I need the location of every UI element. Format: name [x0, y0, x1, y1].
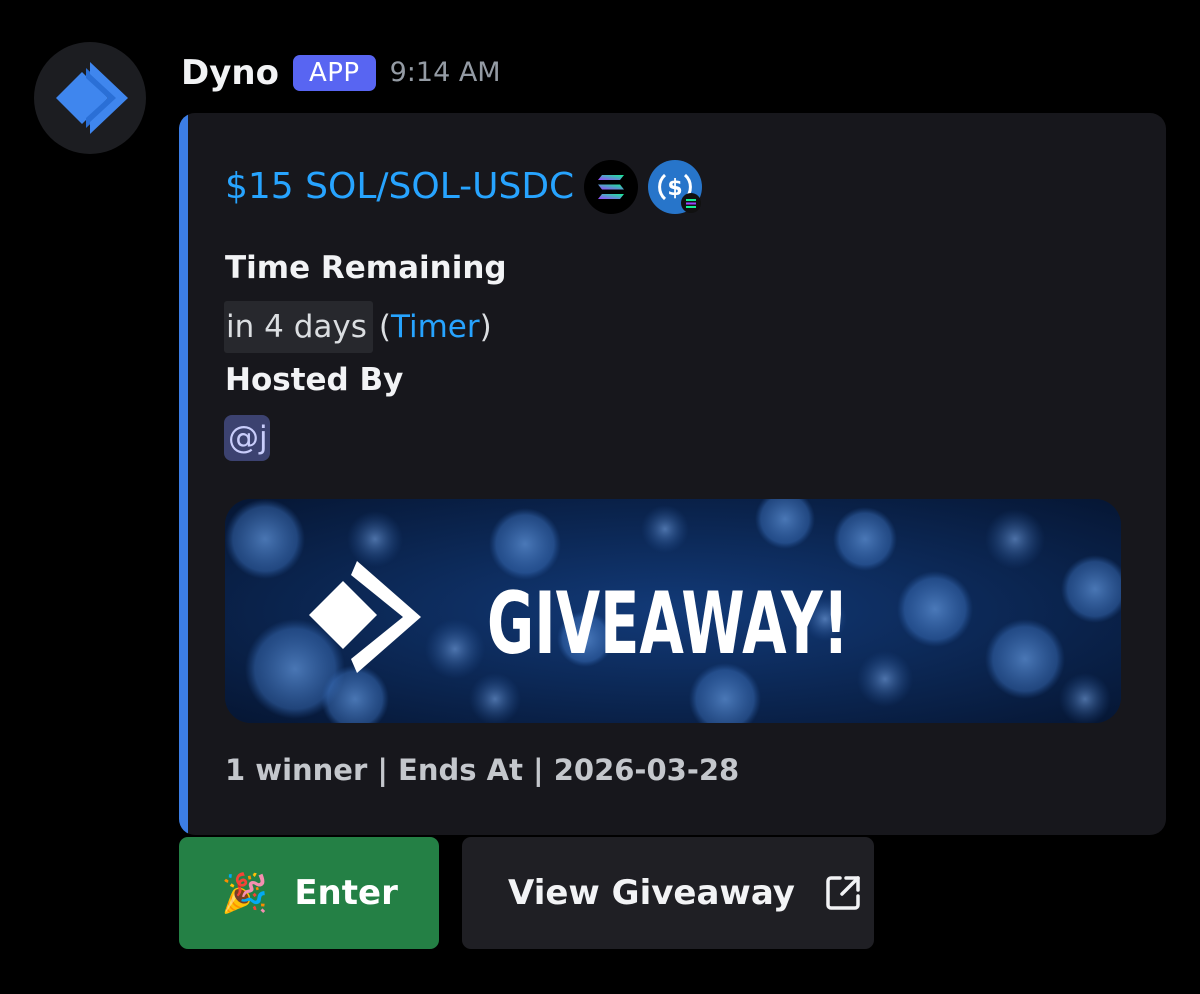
giveaway-embed: $15 SOL/SOL-USDC $ Time Remaining in 4 d…: [179, 113, 1166, 835]
timer-link[interactable]: Timer: [391, 301, 480, 353]
author-name[interactable]: Dyno: [181, 50, 279, 96]
embed-footer: 1 winner | Ends At | 2026-03-28: [225, 753, 740, 787]
paren-close: ): [479, 309, 492, 345]
enter-button-label: Enter: [294, 873, 398, 913]
solana-coin-icon: [584, 160, 639, 214]
giveaway-banner-image[interactable]: GIVEAWAY!: [225, 499, 1121, 723]
embed-title-row: $15 SOL/SOL-USDC $: [225, 159, 703, 215]
usdc-coin-icon: $: [648, 160, 703, 214]
message-timestamp[interactable]: 9:14 AM: [390, 50, 501, 96]
app-badge: APP: [292, 55, 376, 91]
external-link-icon: [823, 873, 863, 913]
host-mention-text: @j: [228, 420, 268, 456]
field-time-remaining-name: Time Remaining: [225, 250, 507, 286]
relative-timestamp[interactable]: in 4 days: [224, 301, 373, 353]
field-hosted-by-name: Hosted By: [225, 362, 404, 398]
view-giveaway-button[interactable]: View Giveaway: [462, 837, 874, 949]
banner-giveaway-text: GIVEAWAY!: [487, 574, 849, 674]
party-popper-icon: 🎉: [221, 870, 269, 915]
view-giveaway-label: View Giveaway: [508, 873, 795, 913]
embed-title: $15 SOL/SOL-USDC: [225, 166, 575, 207]
embed-accent-bar: [179, 113, 188, 835]
dyno-logo-icon: [56, 62, 128, 134]
svg-text:$: $: [668, 176, 683, 201]
enter-button[interactable]: 🎉 Enter: [179, 837, 439, 949]
message-header: Dyno APP 9:14 AM: [181, 50, 501, 96]
paren-open: (: [378, 309, 391, 345]
field-time-remaining-value: in 4 days (Timer): [224, 301, 492, 353]
avatar[interactable]: [34, 42, 146, 154]
message: Dyno APP 9:14 AM $15 SOL/SOL-USDC $ Time…: [0, 0, 1200, 994]
host-mention[interactable]: @j: [224, 413, 272, 467]
